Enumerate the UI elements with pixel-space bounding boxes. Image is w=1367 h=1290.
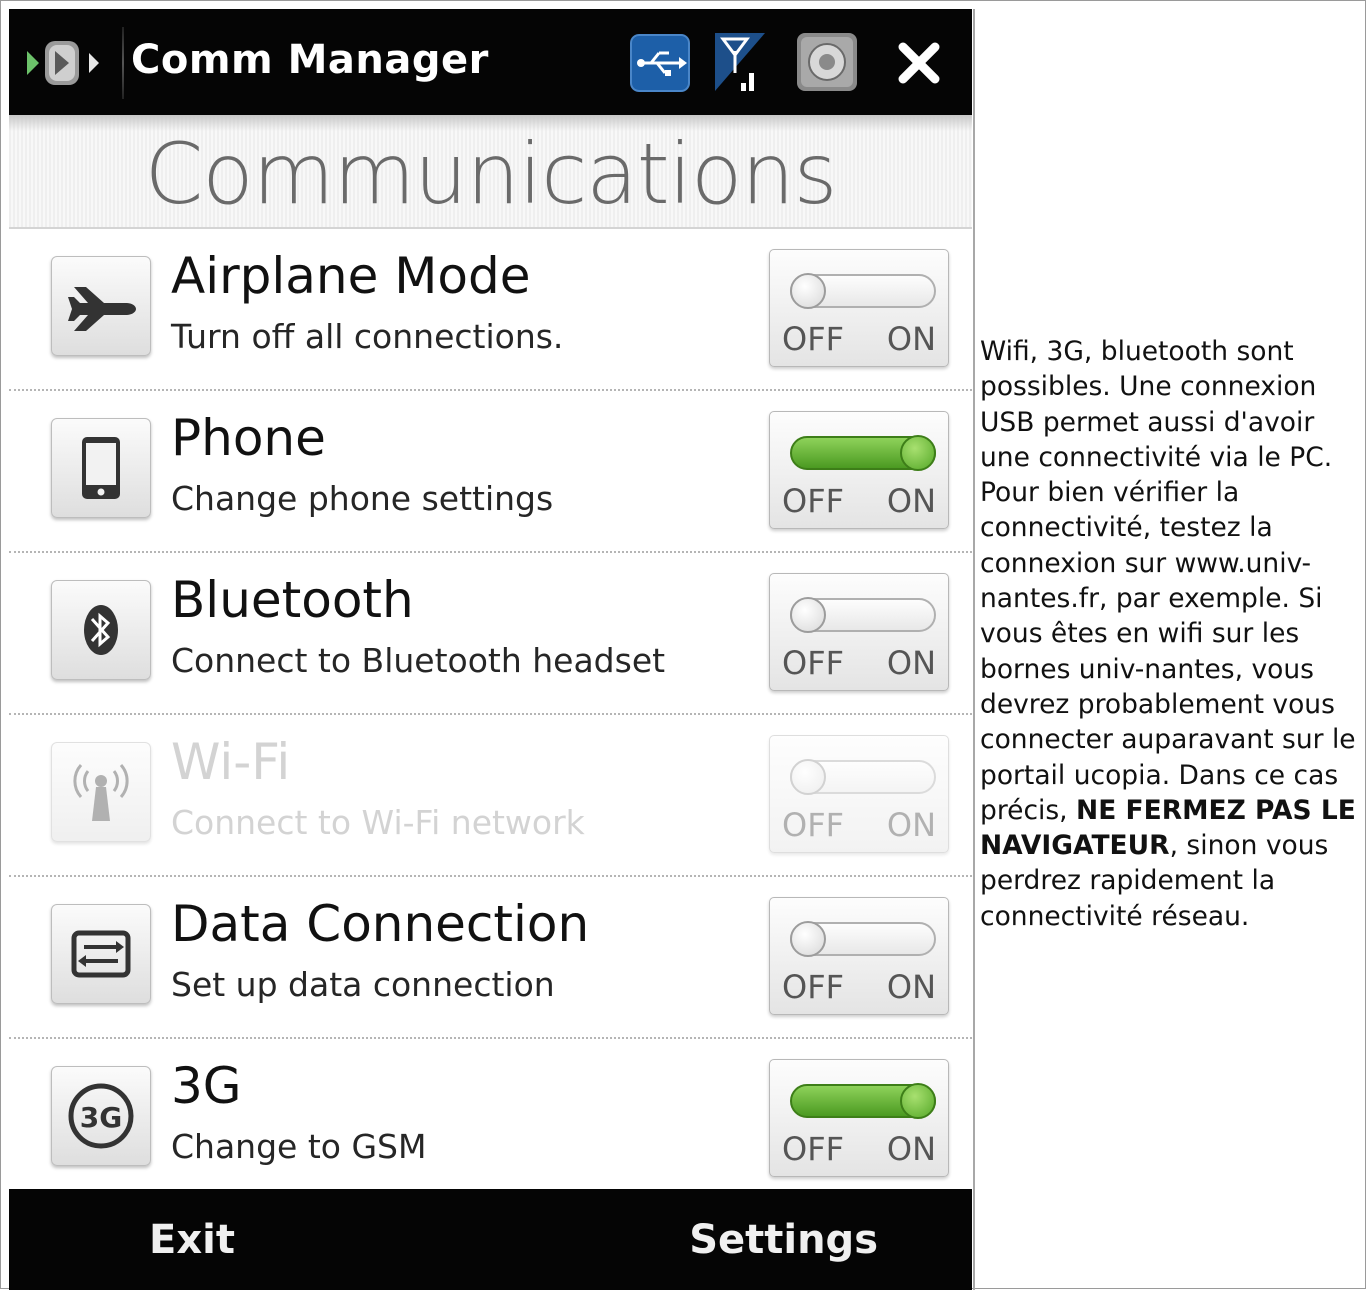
bluetooth-toggle[interactable]: OFF ON: [769, 573, 949, 691]
phone-toggle[interactable]: OFF ON: [769, 411, 949, 529]
row-title: Wi-Fi: [171, 733, 291, 791]
softkey-bar: Exit Settings: [9, 1189, 972, 1290]
toggle-knob: [790, 273, 826, 309]
row-title: Airplane Mode: [171, 247, 531, 305]
wifi-antenna-icon: [51, 742, 151, 842]
3g-icon-text: 3G: [80, 1101, 122, 1134]
toggle-knob: [900, 1083, 936, 1119]
comm-row-airplane-mode: Airplane Mode Turn off all connections. …: [9, 229, 972, 391]
3g-icon[interactable]: 3G: [51, 1066, 151, 1166]
toggle-off-label: OFF: [782, 1130, 844, 1168]
row-title: Bluetooth: [171, 571, 414, 629]
title-bar: Comm Manager: [9, 9, 972, 115]
toggle-track: [790, 597, 936, 633]
comm-row-phone: Phone Change phone settings OFF ON: [9, 391, 972, 553]
toggle-on-label: ON: [886, 806, 936, 844]
section-header: Communications: [9, 115, 972, 229]
close-icon[interactable]: [889, 29, 949, 95]
row-subtitle: Connect to Bluetooth headset: [171, 641, 666, 680]
row-subtitle: Connect to Wi-Fi network: [171, 803, 585, 842]
bluetooth-icon[interactable]: [51, 580, 151, 680]
comm-row-data-connection: Data Connection Set up data connection O…: [9, 877, 972, 1039]
data-connection-icon[interactable]: [51, 904, 151, 1004]
airplane-mode-toggle[interactable]: OFF ON: [769, 249, 949, 367]
toggle-knob: [900, 435, 936, 471]
toggle-track: [790, 1083, 936, 1119]
comm-manager-screen: Comm Manager Communications Airplane Mod…: [9, 9, 972, 1290]
airplane-icon[interactable]: [51, 256, 151, 356]
toggle-off-label: OFF: [782, 482, 844, 520]
toggle-off-label: OFF: [782, 320, 844, 358]
usb-icon[interactable]: [629, 29, 691, 95]
toggle-knob: [790, 597, 826, 633]
row-subtitle: Turn off all connections.: [171, 317, 564, 356]
toggle-on-label: ON: [886, 644, 936, 682]
toggle-on-label: ON: [886, 968, 936, 1006]
comm-row-bluetooth: Bluetooth Connect to Bluetooth headset O…: [9, 553, 972, 715]
toggle-knob: [790, 759, 826, 795]
row-title: Data Connection: [171, 895, 590, 953]
column-divider: [973, 9, 975, 1290]
toggle-on-label: ON: [886, 320, 936, 358]
toggle-track: [790, 435, 936, 471]
note-text-before: Wifi, 3G, bluetooth sont possibles. Une …: [980, 336, 1356, 826]
toggle-track: [790, 921, 936, 957]
app-title: Comm Manager: [131, 37, 489, 83]
data-connection-toggle[interactable]: OFF ON: [769, 897, 949, 1015]
toggle-on-label: ON: [886, 482, 936, 520]
speaker-icon[interactable]: [795, 29, 859, 95]
toggle-off-label: OFF: [782, 644, 844, 682]
toggle-off-label: OFF: [782, 968, 844, 1006]
section-title: Communications: [144, 125, 838, 223]
row-title: Phone: [171, 409, 326, 467]
3g-toggle[interactable]: OFF ON: [769, 1059, 949, 1177]
comm-row-3g: 3G 3G Change to GSM OFF ON: [9, 1039, 972, 1189]
row-subtitle: Change phone settings: [171, 479, 554, 518]
row-subtitle: Change to GSM: [171, 1127, 427, 1166]
comm-row-wifi: Wi-Fi Connect to Wi-Fi network OFF ON: [9, 715, 972, 877]
row-title: 3G: [171, 1057, 242, 1115]
start-menu-icon[interactable]: [25, 37, 115, 89]
wifi-toggle: OFF ON: [769, 735, 949, 853]
toggle-knob: [790, 921, 826, 957]
phone-icon[interactable]: [51, 418, 151, 518]
exit-softkey[interactable]: Exit: [149, 1217, 235, 1263]
settings-softkey[interactable]: Settings: [689, 1217, 878, 1263]
signal-strength-icon[interactable]: [711, 29, 769, 95]
toggle-off-label: OFF: [782, 806, 844, 844]
row-subtitle: Set up data connection: [171, 965, 555, 1004]
instruction-note: Wifi, 3G, bluetooth sont possibles. Une …: [980, 334, 1362, 934]
toggle-track: [790, 759, 936, 795]
toggle-on-label: ON: [886, 1130, 936, 1168]
toggle-track: [790, 273, 936, 309]
title-separator: [122, 27, 124, 99]
